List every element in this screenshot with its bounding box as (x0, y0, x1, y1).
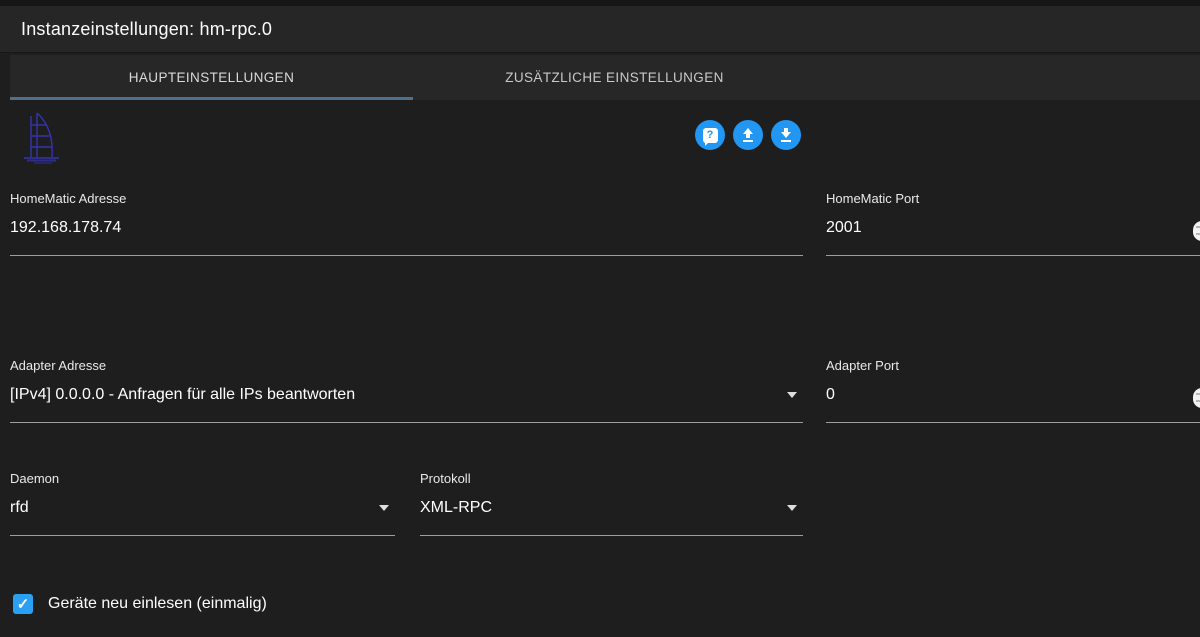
tab-bar: HAUPTEINSTELLUNGEN ZUSÄTZLICHE EINSTELLU… (10, 55, 1200, 100)
check-icon: ✓ (17, 595, 30, 613)
input-underline (10, 255, 803, 256)
input-underline (826, 255, 1200, 256)
download-icon (778, 127, 794, 143)
daemon-label: Daemon (10, 471, 59, 486)
upload-config-button[interactable] (733, 120, 763, 150)
protocol-field: Protokoll XML-RPC (420, 471, 803, 537)
download-config-button[interactable] (771, 120, 801, 150)
resync-devices-row: ✓ Geräte neu einlesen (einmalig) (13, 594, 267, 614)
protocol-select[interactable]: XML-RPC (420, 499, 803, 517)
chevron-down-icon[interactable] (787, 392, 797, 398)
homematic-port-field: HomeMatic Port 2001 (826, 191, 1200, 257)
config-toolbar: ? (695, 120, 801, 150)
protocol-label: Protokoll (420, 471, 471, 486)
tab-additional-settings-label: ZUSÄTZLICHE EINSTELLUNGEN (505, 70, 724, 85)
tab-additional-settings[interactable]: ZUSÄTZLICHE EINSTELLUNGEN (413, 55, 816, 100)
homematic-adapter-logo (18, 108, 64, 168)
upload-icon (740, 127, 756, 143)
adapter-address-label: Adapter Adresse (10, 358, 106, 373)
homematic-address-label: HomeMatic Adresse (10, 191, 126, 206)
help-button[interactable]: ? (695, 120, 725, 150)
adapter-address-select[interactable]: [IPv4] 0.0.0.0 - Anfragen für alle IPs b… (10, 386, 803, 404)
input-underline (420, 535, 803, 536)
help-icon: ? (703, 128, 718, 143)
input-underline (10, 422, 803, 423)
dialog-titlebar: Instanzeinstellungen: hm-rpc.0 (0, 6, 1200, 52)
tab-main-settings[interactable]: HAUPTEINSTELLUNGEN (10, 55, 413, 100)
resync-devices-checkbox[interactable]: ✓ (13, 594, 33, 614)
settings-form: ? HomeMatic Adresse 192.168.178.74 (0, 100, 1200, 637)
homematic-address-field: HomeMatic Adresse 192.168.178.74 (10, 191, 803, 257)
adapter-address-field: Adapter Adresse [IPv4] 0.0.0.0 - Anfrage… (10, 358, 803, 424)
tab-main-settings-label: HAUPTEINSTELLUNGEN (129, 70, 294, 85)
chevron-down-icon[interactable] (787, 505, 797, 511)
input-underline (10, 535, 395, 536)
adapter-port-label: Adapter Port (826, 358, 899, 373)
chevron-down-icon[interactable] (379, 505, 389, 511)
resync-devices-label: Geräte neu einlesen (einmalig) (48, 595, 267, 613)
adapter-port-input[interactable]: 0 (826, 386, 1200, 404)
homematic-address-input[interactable]: 192.168.178.74 (10, 219, 803, 237)
homematic-port-label: HomeMatic Port (826, 191, 919, 206)
adapter-port-field: Adapter Port 0 (826, 358, 1200, 424)
dialog-title: Instanzeinstellungen: hm-rpc.0 (21, 19, 272, 40)
daemon-field: Daemon rfd (10, 471, 395, 537)
help-glyph: ? (707, 129, 714, 141)
input-underline (826, 422, 1200, 423)
daemon-select[interactable]: rfd (10, 499, 395, 517)
homematic-port-input[interactable]: 2001 (826, 219, 1200, 237)
